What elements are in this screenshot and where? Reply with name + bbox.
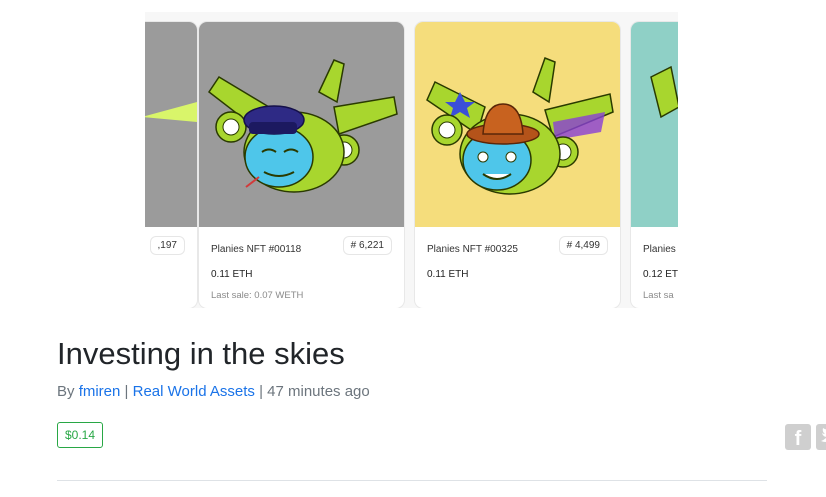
nft-name: Planies NFT #00325 (427, 244, 518, 255)
twitter-icon[interactable] (816, 424, 826, 450)
nft-price: 0.11 ETH (211, 269, 253, 280)
nft-artwork (631, 22, 678, 227)
nft-last-sale: Last sa (643, 290, 674, 301)
category-link[interactable]: Real World Assets (133, 383, 255, 400)
nft-last-sale: Last sale: 0.07 WETH (211, 290, 304, 301)
nft-artwork (415, 22, 620, 227)
nft-rank: ,197 (149, 236, 185, 255)
nft-gallery-image: ,197 Planies NFT #00118 # 6,221 0.11 ETH… (145, 12, 678, 308)
nft-card[interactable]: Planies NFT #00118 # 6,221 0.11 ETH Last… (199, 22, 404, 308)
nft-price: 0.11 ETH (427, 269, 469, 280)
separator: | (124, 383, 129, 400)
post-byline: By fmiren | Real World Assets | 47 minut… (57, 383, 370, 400)
nft-rank: # 4,499 (558, 236, 608, 255)
post-title: Investing in the skies (57, 336, 345, 371)
payout-badge[interactable]: $0.14 (57, 422, 104, 448)
nft-artwork (199, 22, 404, 227)
nft-name: Planies (643, 244, 676, 255)
post-time: 47 minutes ago (267, 383, 370, 400)
nft-card[interactable]: Planies 0.12 ET Last sa (631, 22, 678, 308)
nft-card[interactable]: ,197 (145, 22, 197, 308)
nft-artwork (145, 22, 197, 227)
nft-rank: # 6,221 (342, 236, 392, 255)
author-link[interactable]: fmiren (79, 383, 121, 400)
nft-name: Planies NFT #00118 (211, 244, 302, 255)
nft-card[interactable]: Planies NFT #00325 # 4,499 0.11 ETH (415, 22, 620, 308)
divider (57, 480, 767, 481)
share-buttons: f (785, 424, 826, 454)
separator: | (259, 383, 263, 400)
facebook-icon[interactable]: f (785, 424, 811, 450)
nft-price: 0.12 ET (643, 269, 678, 280)
by-label: By (57, 383, 75, 400)
